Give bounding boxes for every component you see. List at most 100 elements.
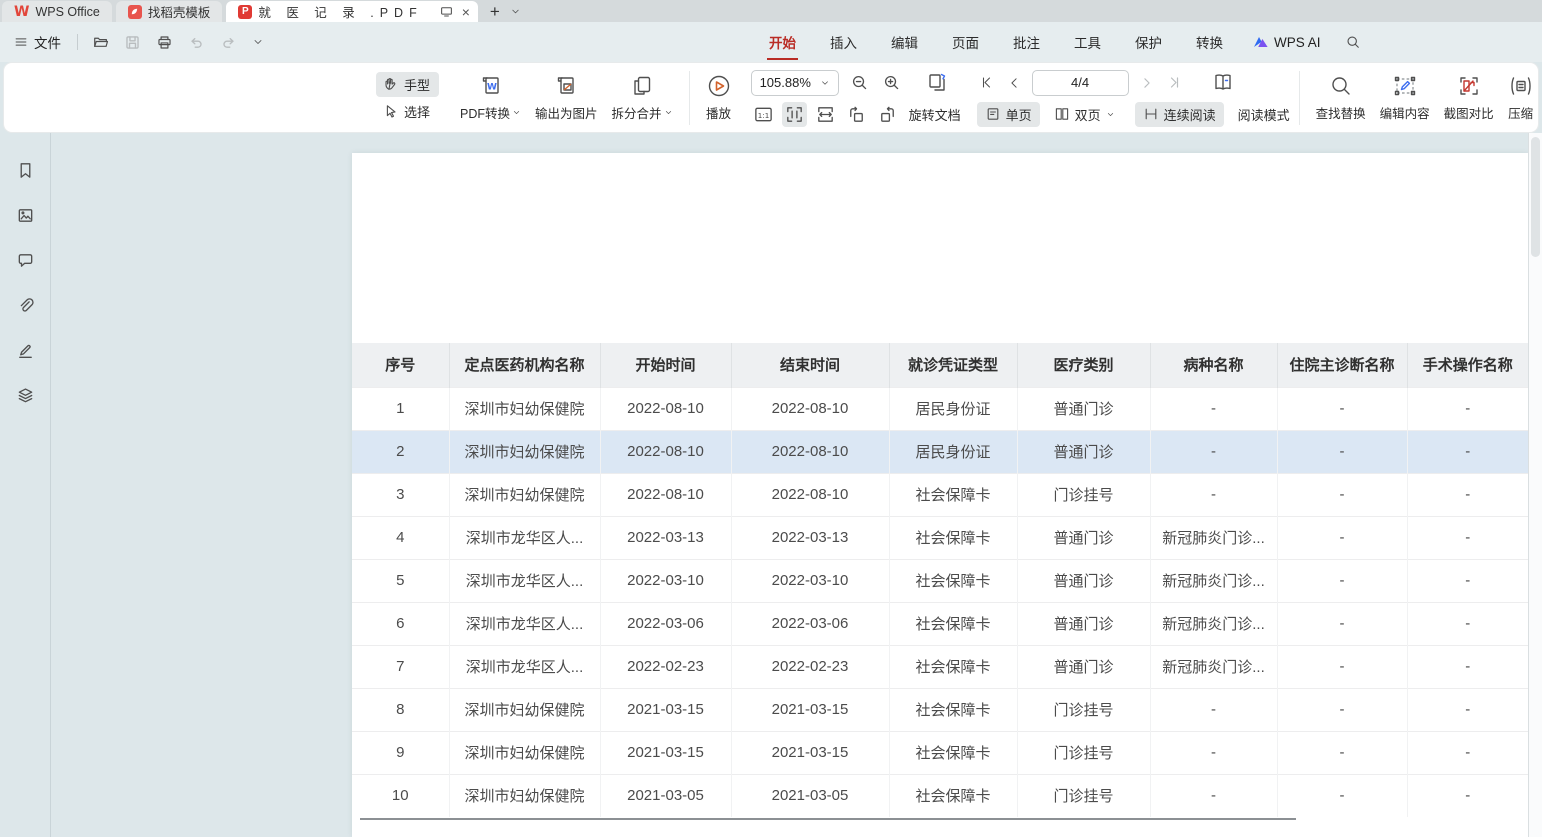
table-cell: 2022-08-10 [600, 387, 731, 430]
pdf-page[interactable]: 序号定点医药机构名称开始时间结束时间就诊凭证类型医疗类别病种名称住院主诊断名称手… [352, 153, 1528, 837]
continuous-read-button[interactable]: 连续阅读 [1135, 102, 1224, 127]
find-replace-button[interactable]: 查找替换 [1309, 71, 1373, 124]
tab-list-chevron-icon[interactable] [510, 6, 521, 17]
open-folder-icon[interactable] [90, 32, 111, 53]
table-cell: 社会保障卡 [889, 559, 1017, 602]
undo-icon[interactable] [186, 32, 207, 53]
svg-text:1:1: 1:1 [757, 110, 769, 119]
edit-content-button[interactable]: 编辑内容 [1373, 71, 1437, 124]
table-row: 6深圳市龙华区人...2022-03-062022-03-06社会保障卡普通门诊… [352, 602, 1528, 645]
zoom-level-select[interactable]: 105.88% [751, 70, 839, 96]
find-replace-icon [1328, 73, 1354, 99]
table-row: 1深圳市妇幼保健院2022-08-102022-08-10居民身份证普通门诊--… [352, 387, 1528, 430]
ribbon-tab-protect[interactable]: 保护 [1133, 28, 1164, 56]
thumbnails-icon[interactable] [14, 204, 37, 227]
tab-document-pdf[interactable]: P 就 医 记 录 .PDF × [226, 1, 478, 22]
redo-icon[interactable] [218, 32, 239, 53]
table-cell: 3 [352, 473, 449, 516]
layers-icon[interactable] [14, 384, 37, 407]
hand-tool-button[interactable]: 手型 [376, 72, 439, 97]
rotate-right-icon[interactable] [875, 102, 900, 127]
ribbon-tab-comment[interactable]: 批注 [1011, 28, 1042, 56]
first-page-icon[interactable] [977, 73, 996, 92]
read-book-icon[interactable] [1209, 69, 1237, 97]
export-image-label: 输出为图片 [535, 103, 598, 122]
table-cell: 社会保障卡 [889, 516, 1017, 559]
export-image-button[interactable]: 输出为图片 [528, 71, 605, 124]
split-merge-button[interactable]: 拆分合并 [605, 71, 680, 124]
single-page-label: 单页 [1006, 105, 1032, 124]
tab-label: 就 医 记 录 .PDF [258, 2, 422, 21]
fit-page-icon[interactable] [782, 102, 807, 127]
table-cell: - [1150, 774, 1277, 817]
prev-page-icon[interactable] [1005, 74, 1023, 92]
fit-width-icon[interactable] [813, 102, 838, 127]
tab-label: 找稻壳模板 [148, 2, 211, 21]
table-cell: 普通门诊 [1017, 559, 1150, 602]
table-cell: 新冠肺炎门诊... [1150, 516, 1277, 559]
pdf-convert-button[interactable]: W PDF转换 [453, 71, 528, 124]
file-menu-button[interactable]: 文件 [0, 32, 71, 52]
new-tab-icon[interactable]: + [490, 3, 500, 20]
ribbon-tab-tools[interactable]: 工具 [1072, 28, 1103, 56]
bookmark-icon[interactable] [14, 159, 37, 182]
ribbon-tab-insert[interactable]: 插入 [828, 28, 859, 56]
print-icon[interactable] [154, 32, 175, 53]
table-header-cell: 定点医药机构名称 [449, 343, 600, 387]
monitor-icon[interactable] [439, 4, 454, 19]
single-page-button[interactable]: 单页 [977, 102, 1040, 127]
file-menu-label: 文件 [34, 32, 61, 52]
continuous-read-label: 连续阅读 [1164, 105, 1216, 124]
play-button[interactable]: 播放 [699, 71, 739, 124]
close-icon[interactable]: × [462, 4, 470, 20]
table-header-cell: 开始时间 [600, 343, 731, 387]
table-cell: 门诊挂号 [1017, 774, 1150, 817]
tab-wps-office[interactable]: W WPS Office [2, 1, 112, 22]
pdf-file-icon: P [238, 5, 252, 19]
ribbon-tab-convert[interactable]: 转换 [1194, 28, 1225, 56]
split-merge-icon [629, 73, 655, 99]
double-page-button[interactable]: 双页 [1046, 102, 1123, 127]
table-row: 8深圳市妇幼保健院2021-03-152021-03-15社会保障卡门诊挂号--… [352, 688, 1528, 731]
comment-icon[interactable] [14, 249, 37, 272]
ribbon-tab-page[interactable]: 页面 [950, 28, 981, 56]
ribbon-tab-home[interactable]: 开始 [767, 28, 798, 56]
signature-icon[interactable] [14, 339, 37, 362]
zoom-out-icon[interactable] [848, 71, 871, 94]
read-mode-label[interactable]: 阅读模式 [1238, 105, 1290, 124]
screenshot-compare-icon [1456, 73, 1482, 99]
last-page-icon[interactable] [1165, 73, 1184, 92]
table-cell: - [1407, 774, 1528, 817]
chevron-down-icon [1106, 110, 1115, 119]
rotate-pages-icon[interactable] [924, 69, 952, 97]
zoom-in-icon[interactable] [880, 71, 903, 94]
table-header-row: 序号定点医药机构名称开始时间结束时间就诊凭证类型医疗类别病种名称住院主诊断名称手… [352, 343, 1528, 387]
save-icon[interactable] [122, 32, 143, 53]
scrollbar-thumb[interactable] [1531, 137, 1540, 257]
table-cell: 社会保障卡 [889, 774, 1017, 817]
table-cell: 居民身份证 [889, 430, 1017, 473]
pdf-convert-icon: W [478, 73, 504, 99]
one-to-one-icon[interactable]: 1:1 [751, 102, 776, 127]
next-page-icon[interactable] [1138, 74, 1156, 92]
table-cell: - [1407, 645, 1528, 688]
table-cell: 2022-08-10 [731, 387, 889, 430]
table-header-cell: 结束时间 [731, 343, 889, 387]
tab-docer-templates[interactable]: 找稻壳模板 [116, 1, 223, 22]
select-tool-button[interactable]: 选择 [376, 99, 439, 124]
wps-ai-button[interactable]: WPS AI [1253, 35, 1321, 50]
table-cell: 8 [352, 688, 449, 731]
table-cell: - [1277, 688, 1407, 731]
rotate-left-icon[interactable] [844, 102, 869, 127]
search-icon[interactable] [1345, 34, 1361, 50]
ribbon-tab-edit[interactable]: 编辑 [889, 28, 920, 56]
vertical-scrollbar[interactable] [1528, 133, 1542, 837]
rotate-doc-label[interactable]: 旋转文档 [909, 105, 961, 124]
attachment-icon[interactable] [14, 294, 37, 317]
quickbar-chevron-icon[interactable] [250, 34, 266, 50]
compress-button[interactable]: 压缩 [1501, 71, 1541, 124]
table-cell: 社会保障卡 [889, 731, 1017, 774]
screenshot-compare-button[interactable]: 截图对比 [1437, 71, 1501, 124]
table-cell: 2022-02-23 [600, 645, 731, 688]
page-number-input[interactable]: 4/4 [1032, 70, 1129, 96]
